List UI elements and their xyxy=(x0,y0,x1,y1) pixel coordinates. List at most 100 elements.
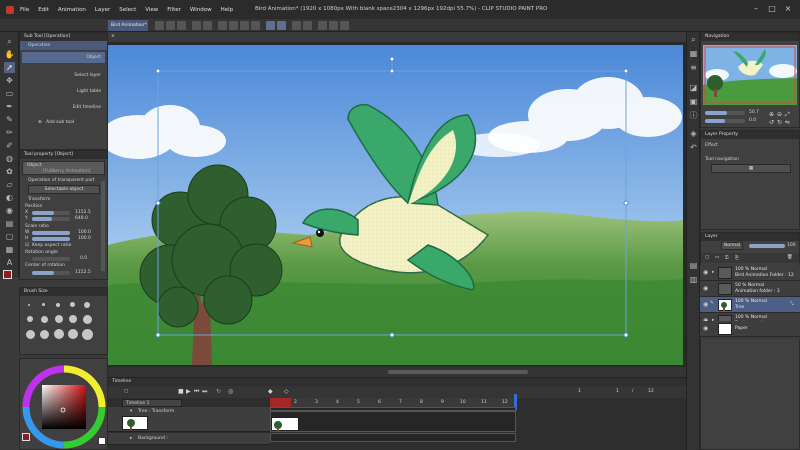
onion-skin-icon[interactable]: ◎ xyxy=(228,388,233,395)
next-frame-icon[interactable]: ⏭ xyxy=(202,388,207,396)
visibility-icon[interactable]: ◉ xyxy=(703,301,708,308)
info-icon[interactable]: ⓘ xyxy=(688,110,699,121)
subview-icon[interactable]: ▣ xyxy=(688,96,699,107)
menu-view[interactable]: View xyxy=(145,7,158,13)
cel-thumbnail[interactable] xyxy=(271,417,299,432)
new-folder-icon[interactable]: ▭ xyxy=(715,255,719,260)
brush-icon[interactable]: ✐ xyxy=(4,140,15,151)
track-tree-frames[interactable] xyxy=(270,407,516,432)
layer-property-icon[interactable]: ◈ xyxy=(688,128,699,139)
brush-size-preset[interactable] xyxy=(69,315,77,323)
subtool-select-layer[interactable]: Select layer xyxy=(22,70,105,81)
brush-size-preset[interactable] xyxy=(42,303,45,306)
folder-expand-icon[interactable]: ▸ xyxy=(712,270,714,275)
navigator-zoom-slider[interactable] xyxy=(705,111,745,115)
invert-selection-icon[interactable] xyxy=(303,21,312,30)
zoom-in-icon[interactable]: ⊕ xyxy=(769,111,774,118)
navigator-preview[interactable] xyxy=(703,45,797,105)
navigator-angle-value[interactable]: 0.0 xyxy=(749,118,756,123)
layer-row-selected[interactable]: ◉ ✎ 100 % Normal Tree ⤡ xyxy=(700,297,800,313)
menu-filter[interactable]: Filter xyxy=(167,7,181,13)
brush-size-preset[interactable] xyxy=(40,330,49,339)
center-value[interactable]: 1152.5 xyxy=(75,270,91,275)
new-timeline-icon[interactable]: ▢ xyxy=(124,389,128,394)
airbrush-icon[interactable]: ◍ xyxy=(4,153,15,164)
decoration-icon[interactable]: ✿ xyxy=(4,166,15,177)
scale-h-value[interactable]: 100.0 xyxy=(78,236,91,241)
brush-size-preset[interactable] xyxy=(84,302,90,308)
menu-edit[interactable]: Edit xyxy=(38,7,49,13)
new-icon[interactable] xyxy=(155,21,164,30)
property-scrollbar[interactable] xyxy=(101,181,105,271)
gradient-icon[interactable]: ▤ xyxy=(4,218,15,229)
frame-icon[interactable]: ▦ xyxy=(4,244,15,255)
eraser-icon[interactable]: ▱ xyxy=(4,179,15,190)
main-color-swatch[interactable] xyxy=(3,270,12,279)
stop-icon[interactable]: ■ xyxy=(178,388,184,395)
track-tree[interactable]: ▾ Tree : Transform xyxy=(108,407,270,432)
brush-size-preset[interactable] xyxy=(82,329,93,340)
add-keyframe-icon[interactable]: ◇ xyxy=(284,388,289,395)
search-icon[interactable]: ⌕ xyxy=(688,34,699,45)
selection-icon[interactable]: ▭ xyxy=(4,88,15,99)
fill-icon[interactable]: ◉ xyxy=(4,205,15,216)
brush-size-preset[interactable] xyxy=(55,315,63,323)
paste-icon[interactable] xyxy=(251,21,260,30)
lock-icon[interactable]: ⚿ xyxy=(725,255,728,261)
position-x-slider[interactable] xyxy=(32,211,70,215)
fit-icon[interactable]: ⤢ xyxy=(785,111,790,119)
rotate-right-icon[interactable]: ↻ xyxy=(777,119,782,126)
zoom-out-icon[interactable]: ⊖ xyxy=(777,111,782,118)
menu-window[interactable]: Window xyxy=(190,7,212,13)
brush-size-preset[interactable] xyxy=(28,304,30,306)
sub-tool-group-tab[interactable]: Operation xyxy=(20,41,107,50)
figure-icon[interactable]: ▢ xyxy=(4,231,15,242)
text-icon[interactable]: A xyxy=(4,257,15,268)
rotation-slider[interactable] xyxy=(32,257,70,261)
transform-icon[interactable] xyxy=(266,21,275,30)
minimize-icon[interactable]: – xyxy=(750,3,762,15)
hand-icon[interactable]: ✋ xyxy=(4,49,15,60)
subtool-edit-timeline[interactable]: Edit timeline xyxy=(22,102,105,113)
move-layer-icon[interactable]: ✥ xyxy=(4,75,15,86)
play-icon[interactable]: ▶ xyxy=(186,388,191,395)
pencil-icon[interactable]: ✏ xyxy=(4,127,15,138)
timeline-selector[interactable]: Timeline 1 xyxy=(122,399,182,407)
scale-w-value[interactable]: 100.0 xyxy=(78,230,91,235)
snap-grid-icon[interactable] xyxy=(340,21,349,30)
tool-navigation-button[interactable]: ▦ xyxy=(711,164,791,173)
opacity-slider[interactable] xyxy=(749,244,785,248)
menu-select[interactable]: Select xyxy=(119,7,136,13)
animation-cels-icon[interactable]: ▥ xyxy=(688,274,699,285)
scale-h-slider[interactable] xyxy=(32,237,70,241)
position-y-value[interactable]: 648.0 xyxy=(75,216,88,221)
color-wheel[interactable] xyxy=(20,359,109,450)
flip-icon[interactable]: ⇋ xyxy=(785,119,790,126)
canvas[interactable] xyxy=(108,45,683,365)
material-icon[interactable]: ▦ xyxy=(688,48,699,59)
layer-row[interactable]: ◉ 50 % Normal Animation folder : 3 xyxy=(700,281,800,297)
frame-ruler[interactable]: 1 2 3 4 5 6 7 8 9 10 11 12 xyxy=(270,398,516,407)
deselect-icon[interactable] xyxy=(292,21,301,30)
navigator-zoom-value[interactable]: 50.7 xyxy=(749,110,759,115)
track-expand-icon[interactable]: ▸ xyxy=(130,436,132,441)
layer-row[interactable]: ◉ ▸ 100 % Normal Bird Animation Folder :… xyxy=(700,265,800,281)
layer-search-icon[interactable]: ≡ xyxy=(688,62,699,73)
navigator-icon[interactable]: ◪ xyxy=(688,82,699,93)
visibility-icon[interactable]: ◉ xyxy=(703,325,708,332)
blend-mode-select[interactable]: Normal xyxy=(721,242,743,250)
subtool-light-table[interactable]: Light table xyxy=(22,86,105,97)
cut-icon[interactable] xyxy=(229,21,238,30)
blend-icon[interactable]: ◐ xyxy=(4,192,15,203)
layer-panel-icon[interactable]: ▤ xyxy=(688,260,699,271)
snap-ruler-icon[interactable] xyxy=(329,21,338,30)
horizontal-scrollbar[interactable] xyxy=(388,370,528,374)
eyedropper-icon[interactable]: ✒ xyxy=(4,101,15,112)
free-transform-icon[interactable] xyxy=(277,21,286,30)
new-layer-icon[interactable]: ▢ xyxy=(705,255,709,260)
document-tab[interactable]: Bird Animation* × xyxy=(108,20,148,39)
prev-frame-icon[interactable]: ⏮ xyxy=(194,388,199,396)
keep-aspect-checkbox[interactable]: ☑ xyxy=(25,243,29,248)
brush-size-preset[interactable] xyxy=(41,316,48,323)
rotation-value[interactable]: 0.0 xyxy=(80,256,87,261)
